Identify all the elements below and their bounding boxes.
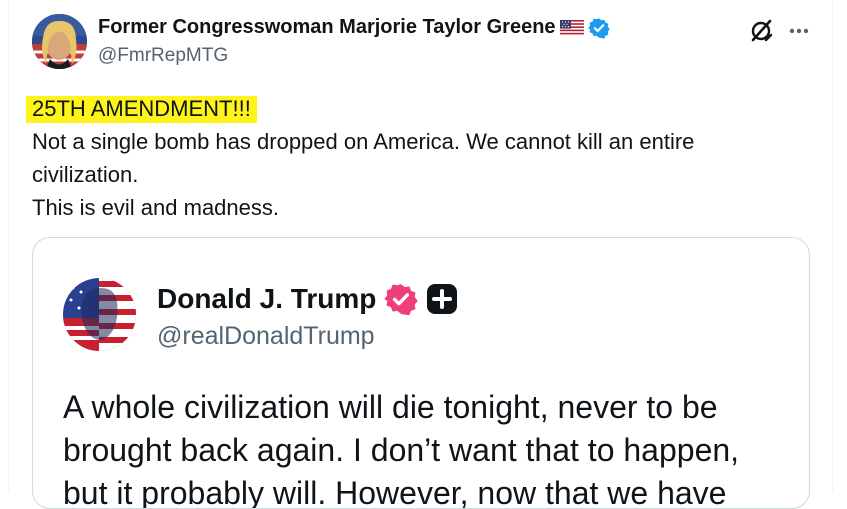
pink-verified-badge-icon[interactable]: [384, 282, 419, 316]
verified-badge-icon[interactable]: [587, 17, 610, 39]
plus-badge-icon: [426, 283, 458, 315]
quoted-post-card[interactable]: Donald J. Trump @realDonaldTrump A whole…: [32, 237, 810, 509]
post-text-line: Not a single bomb has dropped on America…: [32, 129, 695, 154]
post-header: Former Congresswoman Marjorie Taylor Gre…: [32, 14, 822, 74]
author-handle[interactable]: @FmrRepMTG: [98, 45, 228, 67]
more-options-icon[interactable]: [784, 16, 814, 46]
post-text-line: civilization.: [32, 162, 139, 187]
timeline-left-border: [8, 0, 9, 491]
highlighted-text: 25TH AMENDMENT!!!: [26, 96, 257, 123]
quoted-text-line: A whole civilization will die tonight, n…: [63, 389, 718, 425]
quoted-author-name[interactable]: Donald J. Trump: [157, 283, 376, 315]
author-name[interactable]: Former Congresswoman Marjorie Taylor Gre…: [98, 16, 556, 39]
post-text: 25TH AMENDMENT!!! Not a single bomb has …: [26, 92, 812, 224]
author-avatar[interactable]: [32, 14, 87, 69]
timeline-right-border: [832, 0, 833, 491]
quoted-text-line: brought back again. I don’t want that to…: [63, 432, 740, 468]
author-name-row: Former Congresswoman Marjorie Taylor Gre…: [98, 16, 610, 39]
grok-icon[interactable]: [746, 16, 776, 46]
quoted-author-handle[interactable]: @realDonaldTrump: [157, 322, 375, 351]
post-text-line: 25TH AMENDMENT!!!: [26, 92, 812, 125]
quoted-author-avatar[interactable]: [63, 278, 136, 351]
us-flag-icon: [559, 19, 584, 36]
post-text-line: This is evil and madness.: [32, 195, 279, 220]
quoted-author-name-row: Donald J. Trump: [157, 282, 458, 316]
